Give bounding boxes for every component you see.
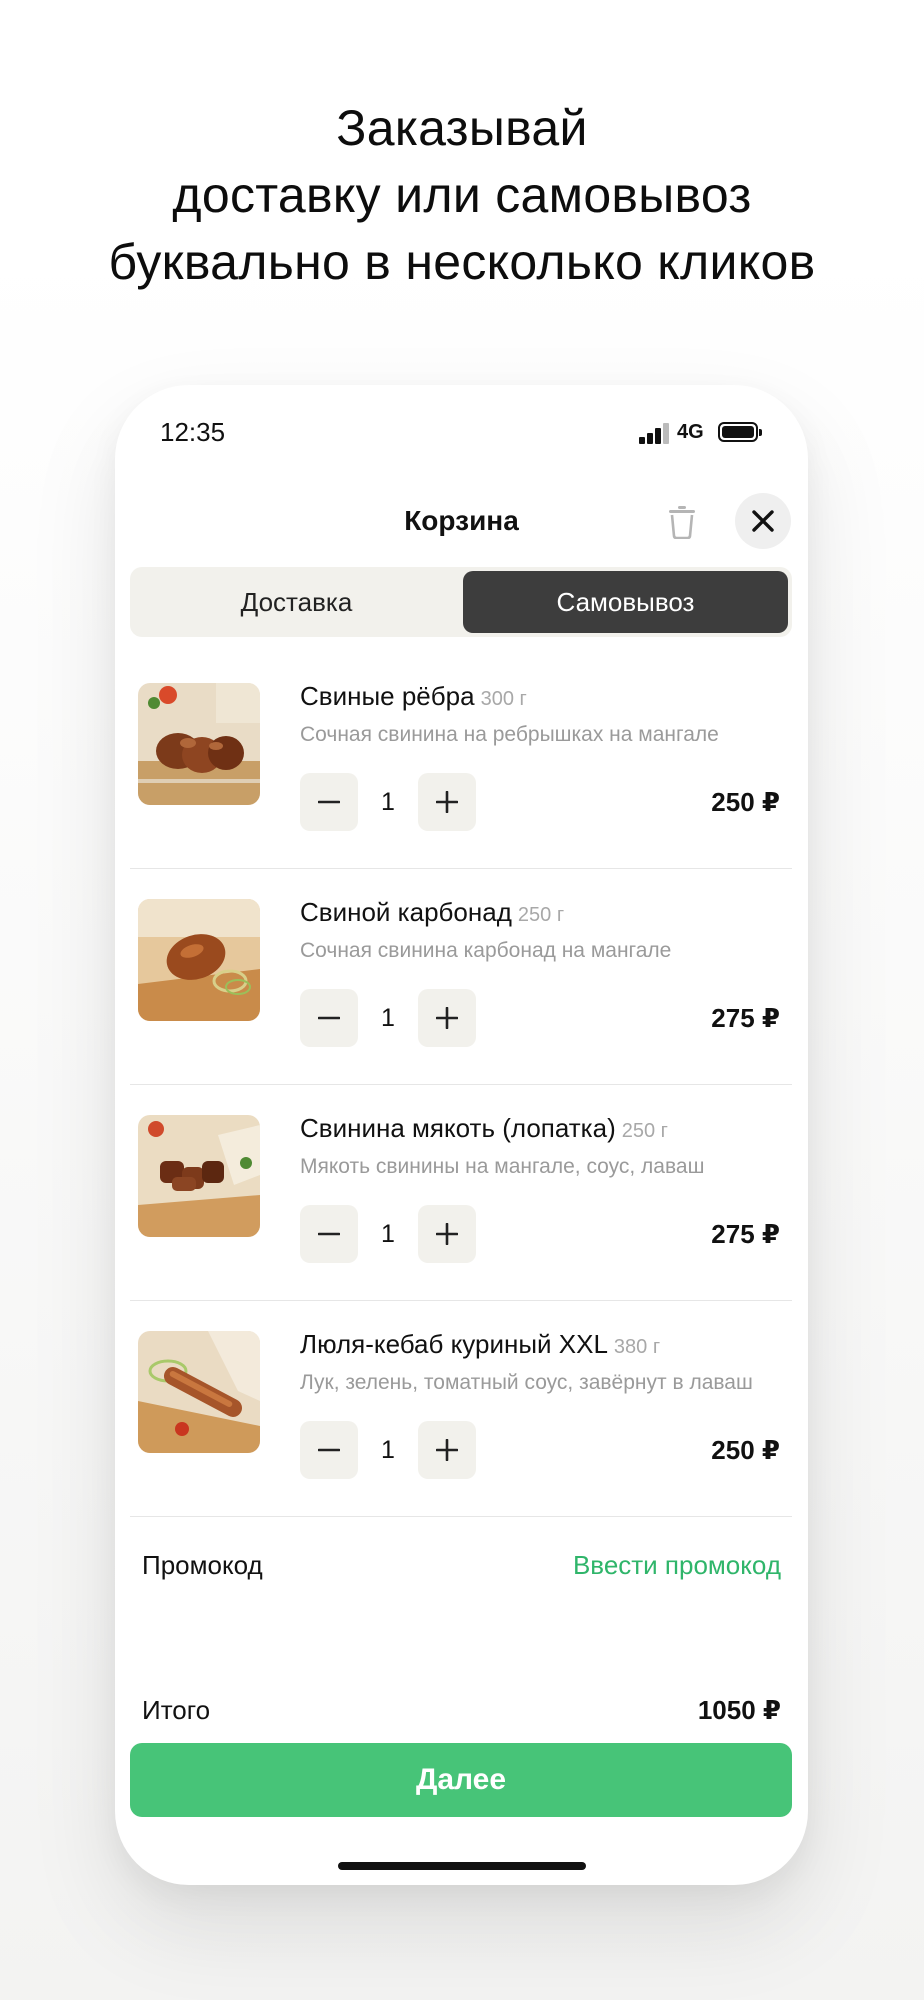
minus-icon bbox=[318, 1448, 340, 1452]
decrease-quantity-button[interactable] bbox=[300, 1205, 358, 1263]
plus-icon bbox=[436, 1223, 458, 1245]
item-description: Лук, зелень, томатный соус, завёрнут в л… bbox=[300, 1371, 753, 1394]
plus-icon bbox=[436, 791, 458, 813]
item-weight: 250 г bbox=[517, 904, 565, 926]
item-description: Сочная свинина на ребрышках на мангале bbox=[300, 723, 719, 746]
increase-quantity-button[interactable] bbox=[418, 1421, 476, 1479]
minus-icon bbox=[318, 1232, 340, 1236]
item-photo-lula-kebab bbox=[138, 1331, 260, 1453]
item-title: Люля-кебаб куриный XXL 380 г bbox=[300, 1329, 660, 1360]
item-name: Свинина мякоть (лопатка) bbox=[300, 1113, 616, 1143]
item-quantity: 1 bbox=[381, 1220, 395, 1248]
phone-frame: 12:35 4G Корзина Доставка Самовывоз Свин… bbox=[115, 385, 808, 1885]
cart-item: Свинина мякоть (лопатка) 250 г Мякоть сви… bbox=[130, 1085, 792, 1301]
increase-quantity-button[interactable] bbox=[418, 773, 476, 831]
item-name: Свиные рёбра bbox=[300, 681, 475, 711]
increase-quantity-button[interactable] bbox=[418, 1205, 476, 1263]
next-button[interactable]: Далее bbox=[130, 1743, 792, 1817]
status-bar: 12:35 4G bbox=[115, 385, 808, 475]
cart-item: Люля-кебаб куриный XXL 380 г Лук, зелень,… bbox=[130, 1301, 792, 1517]
promo-headline: Заказывай доставку или самовывоз букваль… bbox=[0, 95, 924, 296]
fulfillment-switch: Доставка Самовывоз bbox=[130, 567, 792, 637]
divider bbox=[130, 1516, 792, 1517]
item-photo-ribs bbox=[138, 683, 260, 805]
minus-icon bbox=[318, 800, 340, 804]
item-weight: 250 г bbox=[621, 1120, 668, 1142]
tab-pickup[interactable]: Самовывоз bbox=[463, 571, 788, 633]
headline-line-2: доставку или самовывоз bbox=[172, 167, 752, 223]
item-name: Люля-кебаб куриный XXL bbox=[300, 1329, 608, 1359]
plus-icon bbox=[436, 1007, 458, 1029]
cart-item: Свиной карбонад 250 г Сочная свинина карб… bbox=[130, 869, 792, 1085]
signal-icon bbox=[639, 422, 671, 444]
item-price: 250 ₽ bbox=[711, 787, 780, 817]
cart-title: Корзина bbox=[404, 505, 519, 536]
decrease-quantity-button[interactable] bbox=[300, 773, 358, 831]
item-quantity: 1 bbox=[381, 1436, 395, 1464]
item-photo-shoulder bbox=[138, 1115, 260, 1237]
total-value: 1050 ₽ bbox=[697, 1695, 781, 1725]
item-description: Сочная свинина карбонад на мангале bbox=[300, 939, 672, 962]
plus-icon bbox=[436, 1439, 458, 1461]
close-icon bbox=[752, 510, 774, 532]
tab-delivery[interactable]: Доставка bbox=[134, 571, 459, 633]
item-weight: 300 г bbox=[480, 688, 527, 710]
headline-line-1: Заказывай bbox=[336, 100, 588, 156]
promo-label: Промокод bbox=[142, 1550, 263, 1580]
home-indicator[interactable] bbox=[338, 1862, 586, 1870]
close-button[interactable] bbox=[735, 493, 791, 549]
item-quantity: 1 bbox=[381, 788, 395, 816]
item-price: 250 ₽ bbox=[711, 1435, 780, 1465]
item-quantity: 1 bbox=[381, 1004, 395, 1032]
item-title: Свинина мякоть (лопатка) 250 г bbox=[300, 1113, 668, 1144]
item-title: Свиные рёбра 300 г bbox=[300, 681, 527, 712]
item-photo-carbonade bbox=[138, 899, 260, 1021]
item-price: 275 ₽ bbox=[711, 1219, 780, 1249]
increase-quantity-button[interactable] bbox=[418, 989, 476, 1047]
decrease-quantity-button[interactable] bbox=[300, 1421, 358, 1479]
cart-item: Свиные рёбра 300 г Сочная свинина на ребр… bbox=[130, 653, 792, 869]
item-name: Свиной карбонад bbox=[300, 897, 512, 927]
item-weight: 380 г bbox=[613, 1336, 661, 1358]
enter-promo-link[interactable]: Ввести промокод bbox=[573, 1550, 781, 1581]
headline-line-3: буквально в несколько кликов bbox=[108, 234, 816, 290]
item-description: Мякоть свинины на мангале, соус, лаваш bbox=[300, 1155, 705, 1178]
item-price: 275 ₽ bbox=[711, 1003, 780, 1033]
status-time: 12:35 bbox=[160, 417, 226, 447]
battery-icon bbox=[718, 422, 762, 442]
total-label: Итого bbox=[142, 1695, 211, 1725]
decrease-quantity-button[interactable] bbox=[300, 989, 358, 1047]
minus-icon bbox=[318, 1016, 340, 1020]
network-type: 4G bbox=[677, 421, 704, 443]
item-title: Свиной карбонад 250 г bbox=[300, 897, 564, 928]
trash-icon[interactable] bbox=[667, 505, 697, 540]
